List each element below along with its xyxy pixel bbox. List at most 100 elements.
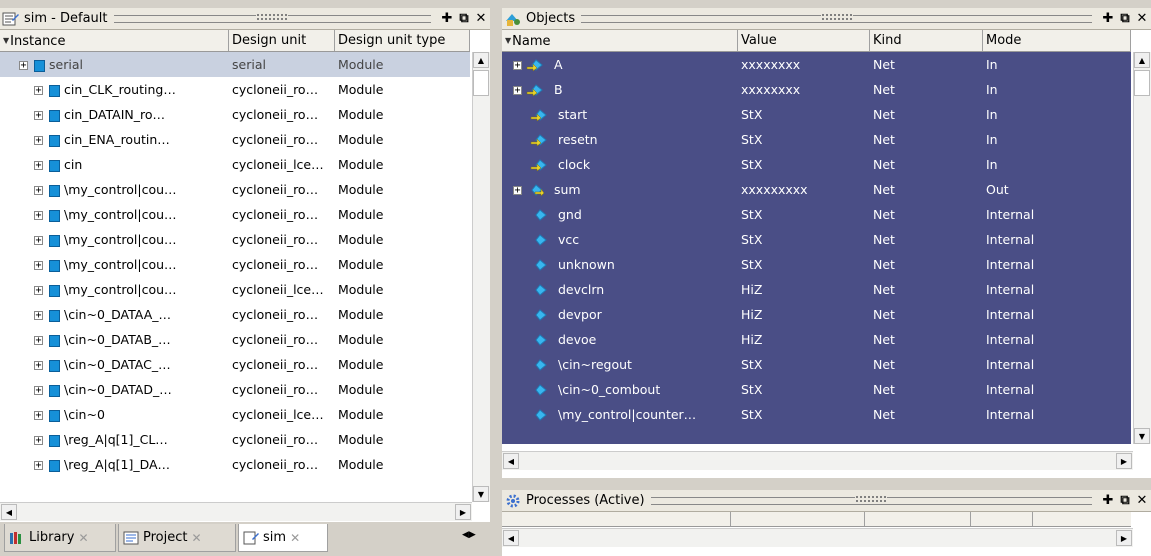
signal-row[interactable]: clock StX Net In <box>502 152 1131 177</box>
scroll-down-arrow-icon[interactable]: ▼ <box>473 486 489 502</box>
table-row[interactable]: + \reg_A|q[1]_CL… cycloneii_ro… Module <box>0 427 470 452</box>
scroll-left-arrow-icon[interactable]: ◀ <box>503 530 519 546</box>
scroll-down-arrow-icon[interactable]: ▼ <box>1134 428 1150 444</box>
table-row[interactable]: + \my_control|cou… cycloneii_ro… Module <box>0 177 470 202</box>
expand-icon[interactable]: + <box>34 336 43 346</box>
instance-name: \my_control|cou… <box>64 207 177 222</box>
table-row[interactable]: + \cin~0_DATAB_… cycloneii_ro… Module <box>0 327 470 352</box>
expand-icon[interactable]: + <box>34 261 43 271</box>
table-row[interactable]: + \reg_A|q[1]_DA… cycloneii_ro… Module <box>0 452 470 477</box>
pane-drag-grip[interactable] <box>650 494 1092 505</box>
table-row[interactable]: + \my_control|cou… cycloneii_ro… Module <box>0 227 470 252</box>
expand-icon[interactable]: + <box>19 61 28 71</box>
sim-vertical-scrollbar[interactable]: ▲ ▼ <box>472 52 490 502</box>
close-tab-icon[interactable]: ✕ <box>191 531 201 545</box>
scroll-left-arrow-icon[interactable]: ◀ <box>1 504 17 520</box>
signal-row[interactable]: gnd StX Net Internal <box>502 202 1131 227</box>
signal-row[interactable]: devclrn HiZ Net Internal <box>502 277 1131 302</box>
scroll-left-arrow-icon[interactable]: ◀ <box>503 453 519 469</box>
scroll-thumb[interactable] <box>1134 70 1150 96</box>
pane-drag-grip[interactable] <box>581 12 1092 23</box>
table-row[interactable]: + serial serial Module <box>0 52 470 77</box>
expand-icon[interactable]: + <box>34 461 43 471</box>
table-row[interactable]: + \my_control|cou… cycloneii_lce… Module <box>0 277 470 302</box>
expand-icon[interactable]: + <box>34 436 43 446</box>
tab-project[interactable]: Project ✕ <box>118 524 236 552</box>
table-row[interactable]: + cin cycloneii_lce… Module <box>0 152 470 177</box>
expand-icon[interactable]: + <box>34 111 43 121</box>
undock-icon[interactable]: ⧉ <box>456 11 472 27</box>
close-icon[interactable]: ✕ <box>1134 11 1150 27</box>
tab-scroll-arrows[interactable]: ◀▶ <box>462 530 476 540</box>
scroll-thumb[interactable] <box>473 70 489 96</box>
column-value[interactable]: Value <box>738 30 870 51</box>
table-row[interactable]: + \cin~0_DATAC_… cycloneii_ro… Module <box>0 352 470 377</box>
table-row[interactable]: + cin_DATAIN_ro… cycloneii_ro… Module <box>0 102 470 127</box>
design-unit-type-cell: Module <box>338 307 384 322</box>
table-row[interactable]: + \my_control|cou… cycloneii_ro… Module <box>0 202 470 227</box>
expand-icon[interactable]: + <box>34 186 43 196</box>
dock-icon[interactable]: ✚ <box>1100 11 1116 27</box>
close-tab-icon[interactable]: ✕ <box>78 531 88 545</box>
signal-row[interactable]: start StX Net In <box>502 102 1131 127</box>
pane-drag-grip[interactable] <box>113 12 431 23</box>
undock-icon[interactable]: ⧉ <box>1117 11 1133 27</box>
tab-sim[interactable]: sim ✕ <box>238 524 328 552</box>
expand-icon[interactable]: + <box>34 86 43 96</box>
table-row[interactable]: + cin_ENA_routin… cycloneii_ro… Module <box>0 127 470 152</box>
scroll-right-arrow-icon[interactable]: ▶ <box>1116 453 1132 469</box>
scroll-up-arrow-icon[interactable]: ▲ <box>473 52 489 68</box>
expand-icon[interactable]: + <box>513 85 522 95</box>
objects-horizontal-scrollbar[interactable]: ◀ ▶ <box>502 451 1133 470</box>
signal-row[interactable]: resetn StX Net In <box>502 127 1131 152</box>
column-design-unit[interactable]: Design unit <box>229 30 335 51</box>
signal-row[interactable]: \my_control|counter… StX Net Internal <box>502 402 1131 427</box>
expand-icon[interactable]: + <box>34 361 43 371</box>
signal-row[interactable]: vcc StX Net Internal <box>502 227 1131 252</box>
scroll-right-arrow-icon[interactable]: ▶ <box>1116 530 1132 546</box>
expand-icon[interactable]: + <box>513 60 522 70</box>
objects-pane-titlebar[interactable]: Objects ✚ ⧉ ✕ <box>502 8 1151 30</box>
expand-icon[interactable]: + <box>34 236 43 246</box>
close-icon[interactable]: ✕ <box>1134 493 1150 509</box>
expand-icon[interactable]: + <box>34 411 43 421</box>
signal-row[interactable]: unknown StX Net Internal <box>502 252 1131 277</box>
table-row[interactable]: + \cin~0_DATAD_… cycloneii_ro… Module <box>0 377 470 402</box>
expand-icon[interactable]: + <box>34 211 43 221</box>
close-icon[interactable]: ✕ <box>473 11 489 27</box>
table-row[interactable]: + \cin~0_DATAA_… cycloneii_ro… Module <box>0 302 470 327</box>
expand-icon[interactable]: + <box>34 311 43 321</box>
signal-row[interactable]: devoe HiZ Net Internal <box>502 327 1131 352</box>
processes-pane-titlebar[interactable]: Processes (Active) ✚ ⧉ ✕ <box>502 490 1151 512</box>
expand-icon[interactable]: + <box>34 161 43 171</box>
column-kind[interactable]: Kind <box>870 30 983 51</box>
processes-horizontal-scrollbar[interactable]: ◀ ▶ <box>502 528 1133 547</box>
tab-library[interactable]: Library ✕ <box>4 524 116 552</box>
column-design-unit-type[interactable]: Design unit type <box>335 30 470 51</box>
signal-row[interactable]: \cin~regout StX Net Internal <box>502 352 1131 377</box>
objects-vertical-scrollbar[interactable]: ▲ ▼ <box>1133 52 1151 444</box>
signal-row[interactable]: + sum xxxxxxxxx Net Out <box>502 177 1131 202</box>
signal-row[interactable]: devpor HiZ Net Internal <box>502 302 1131 327</box>
dock-icon[interactable]: ✚ <box>1100 493 1116 509</box>
column-name[interactable]: ▼Name <box>502 30 738 51</box>
table-row[interactable]: + \cin~0 cycloneii_lce… Module <box>0 402 470 427</box>
expand-icon[interactable]: + <box>34 136 43 146</box>
signal-row[interactable]: + Bxxxxxxxx Net In <box>502 77 1131 102</box>
table-row[interactable]: + \my_control|cou… cycloneii_ro… Module <box>0 252 470 277</box>
sim-pane-titlebar[interactable]: sim - Default ✚ ⧉ ✕ <box>0 8 490 30</box>
column-instance[interactable]: ▼Instance <box>0 30 229 51</box>
expand-icon[interactable]: + <box>34 286 43 296</box>
sim-horizontal-scrollbar[interactable]: ◀ ▶ <box>0 502 472 521</box>
table-row[interactable]: + cin_CLK_routing… cycloneii_ro… Module <box>0 77 470 102</box>
scroll-right-arrow-icon[interactable]: ▶ <box>455 504 471 520</box>
signal-row[interactable]: + Axxxxxxxx Net In <box>502 52 1131 77</box>
expand-icon[interactable]: + <box>34 386 43 396</box>
undock-icon[interactable]: ⧉ <box>1117 493 1133 509</box>
expand-icon[interactable]: + <box>513 185 522 195</box>
dock-icon[interactable]: ✚ <box>439 11 455 27</box>
close-tab-icon[interactable]: ✕ <box>290 531 300 545</box>
column-mode[interactable]: Mode <box>983 30 1131 51</box>
signal-row[interactable]: \cin~0_combout StX Net Internal <box>502 377 1131 402</box>
scroll-up-arrow-icon[interactable]: ▲ <box>1134 52 1150 68</box>
